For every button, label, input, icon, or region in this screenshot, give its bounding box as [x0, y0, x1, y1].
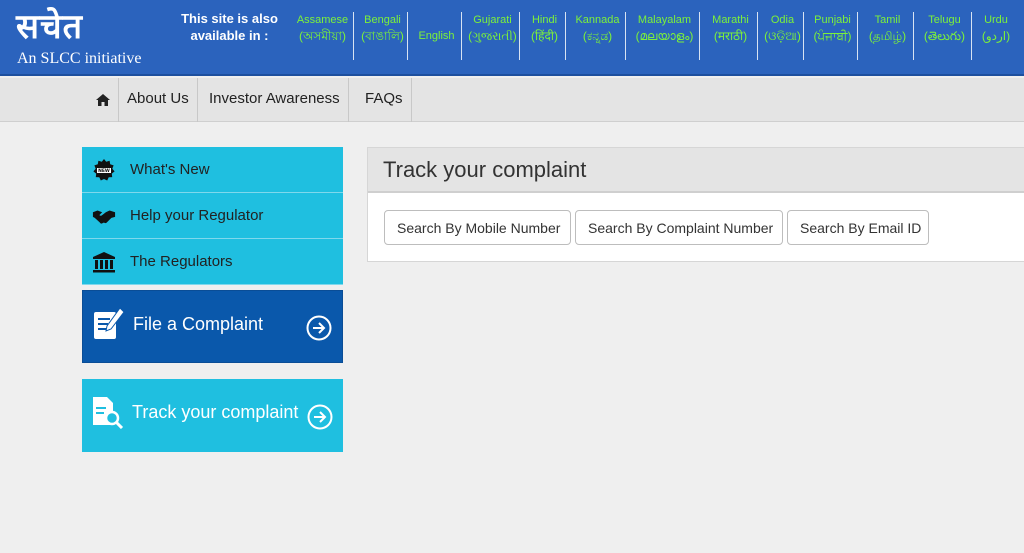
file-complaint-label: File a Complaint — [133, 314, 264, 334]
sidebar-item-the-regulators[interactable]: The Regulators — [82, 239, 343, 285]
sidebar-menu: NEW What's New Help your Regulator The R… — [82, 147, 343, 285]
nav-home[interactable] — [88, 78, 119, 122]
track-complaint-label: Track your complaint — [132, 402, 299, 422]
language-link-marathi[interactable]: Marathi (मराठी) — [704, 12, 758, 60]
document-search-icon — [92, 395, 124, 434]
available-in-label: This site is also available in : — [181, 11, 278, 43]
language-link-odia[interactable]: Odia (ଓଡ଼ିଆ) — [762, 12, 804, 60]
language-link-gujarati[interactable]: Gujarati (ગુજરાતી) — [466, 12, 520, 60]
language-link-english[interactable]: English — [412, 12, 462, 60]
file-complaint-button[interactable]: File a Complaint — [82, 290, 343, 363]
language-link-punjabi[interactable]: Punjabi (ਪੰਜਾਬੀ) — [808, 12, 858, 60]
search-by-email-button[interactable]: Search By Email ID — [787, 210, 929, 245]
language-link-assamese[interactable]: Assamese (অসমীয়া) — [292, 12, 354, 60]
new-badge-icon: NEW — [92, 159, 116, 181]
home-icon — [96, 94, 110, 106]
site-logo[interactable]: सचेत An SLCC initiative — [16, 7, 141, 67]
logo-text: सचेत — [16, 7, 83, 47]
arrow-right-circle-icon — [307, 404, 333, 430]
main-nav: About Us Investor Awareness FAQs — [0, 78, 1024, 122]
page-title: Track your complaint — [383, 157, 587, 182]
svg-text:NEW: NEW — [98, 168, 110, 174]
search-by-mobile-button[interactable]: Search By Mobile Number — [384, 210, 571, 245]
language-link-tamil[interactable]: Tamil (தமிழ்) — [862, 12, 914, 60]
panel-header: Track your complaint — [368, 148, 1024, 193]
sidebar-item-label: Help your Regulator — [130, 207, 264, 224]
search-by-complaint-number-button[interactable]: Search By Complaint Number — [575, 210, 783, 245]
logo-subtitle: An SLCC initiative — [17, 50, 142, 67]
language-link-hindi[interactable]: Hindi (हिंदी) — [524, 12, 566, 60]
sidebar-item-label: What's New — [130, 161, 210, 178]
language-link-bengali[interactable]: Bengali (বাঙালি) — [358, 12, 408, 60]
language-link-urdu[interactable]: Urdu (اردو) — [976, 12, 1016, 60]
arrow-right-circle-icon — [306, 315, 332, 341]
site-header: सचेत An SLCC initiative This site is als… — [0, 0, 1024, 76]
sidebar-item-label: The Regulators — [130, 253, 233, 270]
sidebar-item-help-your-regulator[interactable]: Help your Regulator — [82, 193, 343, 239]
track-complaint-panel: Track your complaint Search By Mobile Nu… — [367, 147, 1024, 262]
complaint-form-icon — [93, 307, 125, 346]
language-link-telugu[interactable]: Telugu (తెలుగు) — [918, 12, 972, 60]
handshake-icon — [92, 205, 116, 227]
nav-faqs[interactable]: FAQs — [357, 78, 412, 122]
nav-investor-awareness[interactable]: Investor Awareness — [201, 78, 349, 122]
bank-building-icon — [92, 251, 116, 273]
language-link-malayalam[interactable]: Malayalam (മലയാളം) — [630, 12, 700, 60]
language-link-kannada[interactable]: Kannada (ಕನ್ನಡ) — [570, 12, 626, 60]
sidebar-item-whats-new[interactable]: NEW What's New — [82, 147, 343, 193]
nav-about-us[interactable]: About Us — [119, 78, 198, 122]
track-complaint-button[interactable]: Track your complaint — [82, 379, 343, 452]
